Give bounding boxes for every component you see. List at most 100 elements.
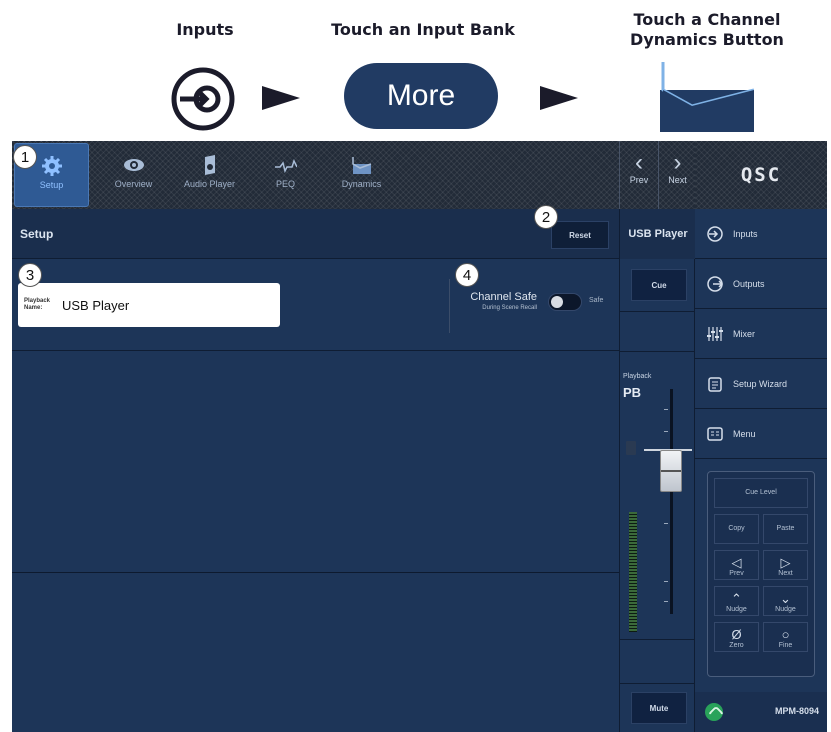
paste-button[interactable]: Paste [763,514,808,544]
tab-bar: Setup Overview Audio Player PEQ Dynamics [12,141,619,209]
panel-divider [12,572,619,573]
mute-button[interactable]: Mute [631,692,687,724]
fader-tick [664,431,668,432]
fader-tick [664,409,668,410]
right-nav: Inputs Outputs Mixer Setup Wizard Menu C… [695,209,827,732]
nav-setup-wizard[interactable]: Setup Wizard [695,359,827,409]
fader-tick [664,523,668,524]
tab-overview[interactable]: Overview [96,143,171,207]
playback-name-tag-line2: Name: [24,305,43,311]
keypad-prev-button[interactable]: ◁ Prev [714,550,759,580]
tab-audio-player[interactable]: Audio Player [172,143,247,207]
wifi-icon[interactable] [705,703,723,721]
peq-curve-icon [274,159,297,174]
step-dynamics-label-line2: Dynamics Button [630,30,784,49]
step-dynamics-label-line1: Touch a Channel [633,10,781,29]
null-symbol-icon: Ø [731,627,742,642]
output-arrow-icon [707,275,723,292]
input-circle-icon [171,67,235,131]
status-bar: MPM-8094 [695,692,827,732]
nudge-up-button[interactable]: ⌃ Nudge [714,586,759,616]
more-button[interactable]: More [344,63,498,129]
strip-divider [620,639,696,640]
callout-3: 3 [18,263,42,287]
fader-tick [664,601,668,602]
fader-handle[interactable] [660,450,682,492]
channel-type-label: Playback [623,373,652,380]
level-meter [629,512,637,632]
step-input-bank-label: Touch an Input Bank [331,20,515,39]
mixer-faders-icon [707,326,723,341]
playback-name-tag: Playback Name: [24,298,56,312]
control-keypad: Cue Level Copy Paste ◁ Prev ▷ Next ⌃ Nud… [707,471,815,677]
channel-safe-group: Channel Safe During Scene Recall Safe [449,279,609,333]
mixer-screen: Setup Overview Audio Player PEQ Dynamics… [12,141,827,732]
fader-tick [664,581,668,582]
nav-inputs[interactable]: Inputs [695,209,827,259]
menu-icon [707,426,723,441]
qsc-logo: QSC [695,141,827,209]
strip-divider [620,311,696,312]
eye-icon [123,159,144,171]
tab-audio-player-label: Audio Player [183,179,236,189]
circle-icon: ○ [781,627,790,642]
prev-channel-button[interactable]: ‹ Prev [620,141,658,209]
triangle-right-icon: ▷ [780,555,791,570]
dynamics-icon [351,157,371,174]
nav-menu-label: Menu [733,428,756,439]
channel-strip-title: USB Player [620,209,696,259]
tab-dynamics-label: Dynamics [341,179,382,189]
nudge-up-label: Nudge [726,606,747,613]
gear-icon [41,156,62,176]
fader-mini-button[interactable] [626,441,636,455]
zero-button[interactable]: Ø Zero [714,622,759,652]
cue-button[interactable]: Cue [631,269,687,301]
step-dynamics-label: Touch a Channel Dynamics Button [612,10,802,50]
tab-overview-label: Overview [114,179,153,189]
step-inputs-label: Inputs [176,20,234,39]
keypad-next-label: Next [778,570,793,577]
callout-4: 4 [455,263,479,287]
nav-mixer-label: Mixer [733,328,755,339]
safe-label: Safe [589,297,604,304]
nav-outputs-label: Outputs [733,278,765,289]
dynamics-button-icon[interactable] [660,62,754,132]
nav-menu[interactable]: Menu [695,409,827,459]
arrow-right-icon [540,86,578,110]
page-title: Setup [20,227,54,241]
copy-button[interactable]: Copy [714,514,759,544]
clipboard-icon [708,376,722,392]
model-name: MPM-8094 [774,706,819,716]
nudge-down-button[interactable]: ⌄ Nudge [763,586,808,616]
speaker-icon [204,155,215,175]
chevron-up-icon: ⌃ [731,591,742,606]
channel-safe-toggle[interactable] [548,293,582,311]
zero-label: Zero [729,642,744,649]
prev-label: Prev [629,175,649,185]
setup-header: Setup Reset [12,209,619,259]
strip-divider [620,351,696,352]
keypad-prev-label: Prev [729,570,744,577]
next-label: Next [668,175,687,185]
arrow-right-icon [262,86,300,110]
nav-inputs-label: Inputs [733,228,758,239]
next-channel-button[interactable]: › Next [658,141,696,209]
keypad-next-button[interactable]: ▷ Next [763,550,808,580]
tab-peq[interactable]: PEQ [248,143,323,207]
chevron-right-icon: › [673,149,682,176]
toggle-knob [551,296,563,308]
nav-mixer[interactable]: Mixer [695,309,827,359]
cue-level-button[interactable]: Cue Level [714,478,808,508]
nav-outputs[interactable]: Outputs [695,259,827,309]
tab-peq-label: PEQ [275,179,295,189]
playback-name-field[interactable]: Playback Name: USB Player [18,283,280,327]
fine-button[interactable]: ○ Fine [763,622,808,652]
tab-dynamics[interactable]: Dynamics [324,143,399,207]
nudge-down-label: Nudge [775,606,796,613]
channel-safe-label: Channel Safe [470,291,537,303]
fader-track[interactable] [670,389,673,614]
reset-button[interactable]: Reset [551,221,609,249]
callout-1: 1 [13,145,37,169]
nav-setup-wizard-label: Setup Wizard [733,378,788,389]
fine-label: Fine [778,642,793,649]
